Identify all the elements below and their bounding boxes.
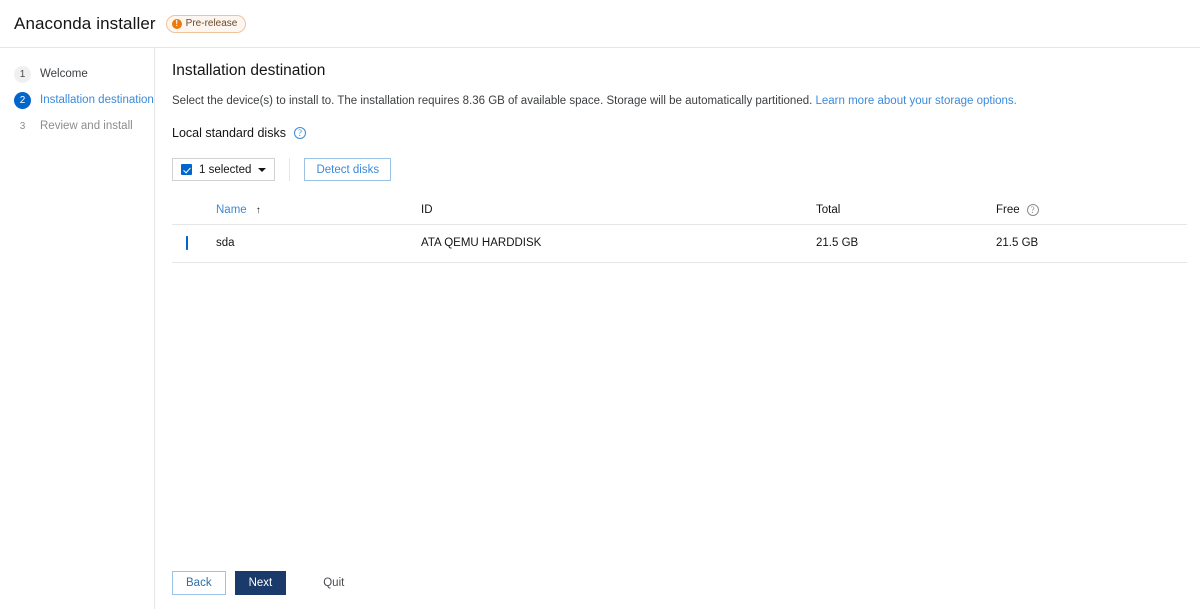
page-description: Select the device(s) to install to. The … bbox=[172, 93, 1187, 109]
next-button[interactable]: Next bbox=[234, 571, 287, 595]
row-name: sda bbox=[216, 224, 421, 264]
sidebar-item-label: Review and install bbox=[40, 120, 133, 132]
status-badge-label: Pre-release bbox=[185, 18, 238, 29]
quit-button[interactable]: Quit bbox=[315, 571, 352, 595]
sidebar: 1 Welcome 2 Installation destination 3 R… bbox=[0, 48, 155, 609]
disks-table: Name ↑ ID Total Free ? sda ATA QEMU HARD… bbox=[172, 197, 1187, 264]
column-header-free-label: Free bbox=[996, 204, 1020, 217]
status-badge: ! Pre-release bbox=[165, 14, 247, 33]
checkbox-icon[interactable] bbox=[186, 236, 188, 251]
app-body: 1 Welcome 2 Installation destination 3 R… bbox=[0, 48, 1200, 609]
column-header-id[interactable]: ID bbox=[421, 197, 816, 226]
selection-dropdown[interactable]: 1 selected bbox=[172, 158, 276, 182]
selection-dropdown-label: 1 selected bbox=[199, 163, 252, 176]
row-id: ATA QEMU HARDDISK bbox=[421, 224, 816, 264]
sidebar-item-label: Installation destination bbox=[40, 94, 154, 106]
step-number: 2 bbox=[14, 91, 31, 109]
step-number: 3 bbox=[19, 120, 26, 132]
footer-actions: Back Next Quit bbox=[172, 571, 352, 595]
step-number: 1 bbox=[14, 65, 31, 83]
column-header-total[interactable]: Total bbox=[816, 197, 996, 226]
chevron-down-icon bbox=[258, 167, 267, 172]
page-title: Installation destination bbox=[172, 62, 326, 79]
table-body: sda ATA QEMU HARDDISK 21.5 GB 21.5 GB bbox=[172, 224, 1187, 264]
column-header-name[interactable]: Name ↑ bbox=[216, 197, 421, 226]
sidebar-item-review-and-install[interactable]: 3 Review and install bbox=[0, 113, 154, 139]
exclamation-circle-icon: ! bbox=[171, 18, 182, 29]
table-toolbar: 1 selected Detect disks bbox=[172, 158, 1187, 182]
column-header-free[interactable]: Free ? bbox=[996, 197, 1187, 226]
column-header-select bbox=[172, 197, 216, 226]
table-row[interactable]: sda ATA QEMU HARDDISK 21.5 GB 21.5 GB bbox=[172, 224, 1187, 264]
arrow-up-icon: ↑ bbox=[255, 204, 261, 216]
sidebar-item-installation-destination[interactable]: 2 Installation destination bbox=[0, 87, 154, 113]
page-description-text: Select the device(s) to install to. The … bbox=[172, 95, 816, 107]
app-title: Anaconda installer bbox=[14, 13, 156, 33]
column-header-name-label: Name bbox=[216, 204, 247, 217]
toolbar-divider bbox=[289, 158, 291, 182]
section-title: Local standard disks bbox=[172, 126, 286, 141]
app-header: Anaconda installer ! Pre-release bbox=[0, 0, 1200, 48]
main-content: Installation destination Select the devi… bbox=[155, 48, 1200, 609]
help-circle-icon[interactable]: ? bbox=[1026, 204, 1039, 217]
table-header-row: Name ↑ ID Total Free ? bbox=[172, 197, 1187, 226]
detect-disks-button[interactable]: Detect disks bbox=[304, 158, 392, 182]
sort-name[interactable]: Name ↑ bbox=[216, 204, 261, 216]
row-free: 21.5 GB bbox=[996, 224, 1187, 264]
row-select-cell[interactable] bbox=[172, 224, 216, 264]
row-total: 21.5 GB bbox=[816, 224, 996, 264]
storage-options-link[interactable]: Learn more about your storage options. bbox=[816, 95, 1017, 107]
sidebar-item-welcome[interactable]: 1 Welcome bbox=[0, 61, 154, 87]
checkbox-icon[interactable] bbox=[181, 164, 192, 176]
table-header: Name ↑ ID Total Free ? bbox=[172, 197, 1187, 226]
back-button[interactable]: Back bbox=[172, 571, 226, 595]
section-header: Local standard disks ? bbox=[172, 126, 1187, 140]
sidebar-item-label: Welcome bbox=[40, 68, 88, 80]
help-circle-icon[interactable]: ? bbox=[293, 127, 306, 140]
free-header-group: Free ? bbox=[996, 204, 1039, 217]
